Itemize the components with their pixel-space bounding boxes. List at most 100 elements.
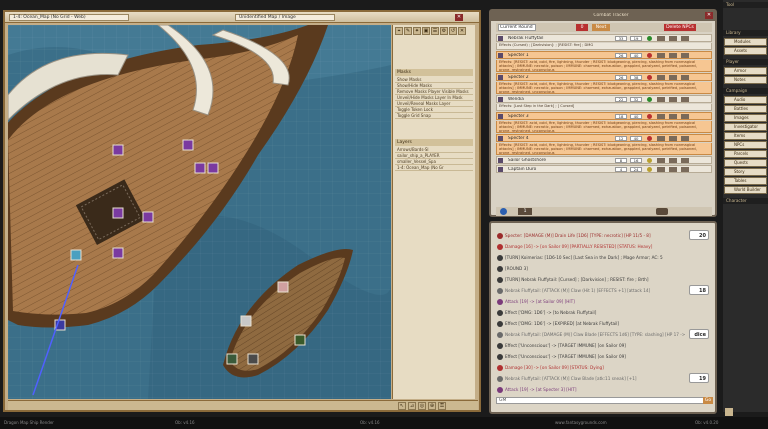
map-token[interactable] <box>182 139 194 151</box>
ct-action-icons[interactable] <box>657 97 697 102</box>
ct-hp[interactable]: 19 <box>630 36 642 41</box>
ct-entry-4[interactable]: Wendia 22 32 <box>496 95 712 103</box>
sidebar-item-npcs[interactable]: NPCs <box>724 141 767 149</box>
sidebar-item-quests[interactable]: Quests <box>724 159 767 167</box>
layer-item[interactable]: 1-4: Ocean_Map (No Gr <box>395 165 473 171</box>
sidebar-item-armor[interactable]: Armor <box>724 67 767 75</box>
ct-initiative[interactable]: 8 <box>615 158 627 163</box>
ct-delete-npcs-button[interactable]: Delete NPCs <box>664 24 696 31</box>
sidebar-item-parcels[interactable]: Parcels <box>724 150 767 158</box>
ct-action-icons[interactable] <box>657 136 697 141</box>
ct-entry-7[interactable]: Sailor Ghostshore 8 16 <box>496 156 712 164</box>
sidebar-item-images[interactable]: Images <box>724 114 767 122</box>
map-token[interactable] <box>112 247 124 259</box>
ct-faction-icon[interactable] <box>647 36 652 41</box>
ct-entry-8[interactable]: Captain Duro 4 24 <box>496 165 712 173</box>
ct-faction-icon[interactable] <box>647 75 652 80</box>
ct-entry-3[interactable]: Specter 2 26 38 <box>496 73 712 81</box>
ct-initiative[interactable]: 18 <box>615 114 627 119</box>
sidebar-item-audio[interactable]: Audio <box>724 96 767 104</box>
sidebar-item-assets[interactable]: Assets <box>724 47 767 55</box>
image-title-tab[interactable]: Unidentified Map / Image <box>235 14 335 21</box>
map-token[interactable] <box>112 207 124 219</box>
map-token[interactable] <box>112 144 124 156</box>
mask-item[interactable]: Toggle Grid Snap <box>395 113 473 119</box>
ct-entry-6[interactable]: Specter 4 12 40 <box>496 134 712 142</box>
pointer-icon[interactable]: ↖ <box>398 402 406 410</box>
sidebar-item-battles[interactable]: Battles <box>724 105 767 113</box>
map-tool-icon[interactable]: ⚙ <box>440 27 448 35</box>
map-close-icon[interactable]: ✕ <box>455 14 463 21</box>
map-token[interactable] <box>207 162 219 174</box>
chat-line: Effect ['DMG: 1D6'] -> [EXPIRED] [at Neb… <box>497 319 687 328</box>
ct-action-icons[interactable] <box>657 53 697 58</box>
map-token[interactable] <box>240 315 252 327</box>
ct-hp[interactable]: 40 <box>630 136 642 141</box>
ct-action-icons[interactable] <box>657 158 697 163</box>
map-tool-icon[interactable]: ↺ <box>449 27 457 35</box>
sidebar-item-items[interactable]: Items <box>724 132 767 140</box>
ct-menu-icon[interactable] <box>500 208 507 215</box>
ct-initiative[interactable]: 33 <box>615 36 627 41</box>
ct-entry-5[interactable]: Specter 3 18 40 <box>496 112 712 120</box>
sidebar-item-world-builder[interactable]: World Builder <box>724 186 767 194</box>
zoom-icon[interactable]: ⊕ <box>428 402 436 410</box>
ct-faction-icon[interactable] <box>647 114 652 119</box>
sidebar-item-story[interactable]: Story <box>724 168 767 176</box>
chat-send-button[interactable]: Go <box>703 397 713 404</box>
ocean-map-image[interactable] <box>8 25 391 399</box>
sidebar-item-modules[interactable]: Modules <box>724 38 767 46</box>
ct-entry-1[interactable]: Nebrak Fluffytail 33 19 <box>496 34 712 42</box>
ct-initiative[interactable]: 26 <box>615 75 627 80</box>
sidebar-item-investigator[interactable]: Investigator <box>724 123 767 131</box>
map-token[interactable] <box>294 334 306 346</box>
map-title-tab[interactable]: 1-4: Ocean_Map (No Grid - Web) <box>9 14 129 21</box>
ct-close-icon[interactable]: ✕ <box>705 12 713 19</box>
sidebar-campaign-header: Campaign <box>723 88 768 94</box>
ct-entry-2[interactable]: Specter 1 26 40 <box>496 51 712 59</box>
ct-faction-icon[interactable] <box>647 53 652 58</box>
measure-icon[interactable]: ⊿ <box>408 402 416 410</box>
map-token[interactable] <box>194 162 206 174</box>
ct-action-icons[interactable] <box>657 167 697 172</box>
sidebar-item-tables[interactable]: Tables <box>724 177 767 185</box>
ct-effects-toggle[interactable] <box>656 208 668 215</box>
map-tool-icon[interactable]: ⌖ <box>395 27 403 35</box>
ct-hp[interactable]: 24 <box>630 167 642 172</box>
ct-hp[interactable]: 38 <box>630 75 642 80</box>
ct-action-icons[interactable] <box>657 36 697 41</box>
map-token[interactable] <box>142 211 154 223</box>
ct-hp[interactable]: 16 <box>630 158 642 163</box>
chat-log[interactable]: Specter: [DAMAGE (M)] Drain Life [1D6] [… <box>491 227 715 395</box>
ct-action-icons[interactable] <box>657 75 697 80</box>
target-icon[interactable]: ◎ <box>418 402 426 410</box>
map-token[interactable] <box>226 353 238 365</box>
ct-hp[interactable]: 40 <box>630 53 642 58</box>
chat-input[interactable]: GM <box>496 397 708 404</box>
ct-faction-icon[interactable] <box>647 158 652 163</box>
sidebar-toggle-icon[interactable] <box>725 408 733 416</box>
ct-faction-icon[interactable] <box>647 136 652 141</box>
ct-hp[interactable]: 40 <box>630 114 642 119</box>
ct-hp[interactable]: 32 <box>630 97 642 102</box>
ct-filter-select[interactable]: Current Round <box>498 24 536 31</box>
map-token[interactable] <box>277 281 289 293</box>
map-token[interactable] <box>70 249 82 261</box>
ct-faction-icon[interactable] <box>647 97 652 102</box>
sidebar-item-notes[interactable]: Notes <box>724 76 767 84</box>
ct-initiative[interactable]: 4 <box>615 167 627 172</box>
map-tool-icon[interactable]: ✎ <box>404 27 412 35</box>
map-tool-icon[interactable]: ✕ <box>458 27 466 35</box>
map-tool-icon[interactable]: ☰ <box>431 27 439 35</box>
ct-action-icons[interactable] <box>657 114 697 119</box>
map-canvas[interactable] <box>8 25 391 399</box>
ct-next-button[interactable]: Next <box>592 24 610 31</box>
ct-faction-icon[interactable] <box>647 167 652 172</box>
map-tool-icon[interactable]: ▣ <box>422 27 430 35</box>
map-tool-icon[interactable]: ✦ <box>413 27 421 35</box>
ct-initiative[interactable]: 22 <box>615 97 627 102</box>
map-token[interactable] <box>247 353 259 365</box>
ct-initiative[interactable]: 26 <box>615 53 627 58</box>
lock-icon[interactable]: ⚿ <box>438 402 446 410</box>
ct-initiative[interactable]: 12 <box>615 136 627 141</box>
